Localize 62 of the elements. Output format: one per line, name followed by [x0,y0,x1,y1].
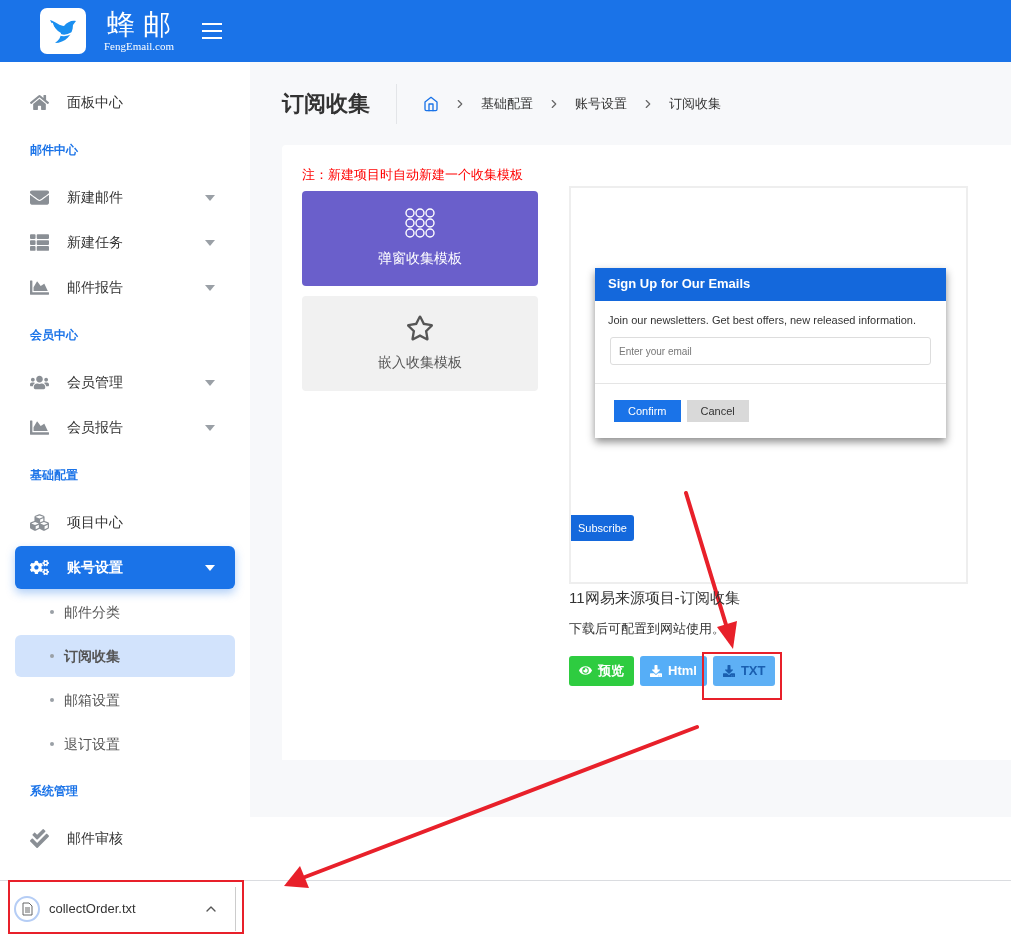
area-chart-icon [30,278,49,297]
hint-text: 下载后可配置到网站使用。 [569,620,726,638]
sidebar-item[interactable]: 会员报告 [15,406,235,449]
menu-icon[interactable] [201,23,222,39]
caret-icon [205,194,215,201]
download-item[interactable]: collectOrder.txt [14,886,236,931]
sidebar-item[interactable]: 新建邮件 [15,176,235,219]
eye-icon [579,664,592,677]
section-label: 会员中心 [30,327,78,344]
area-chart-icon [30,418,49,437]
home-icon [30,93,49,112]
double-check-icon [30,829,49,848]
sidebar-item[interactable]: 邮件审核 [15,817,235,860]
sidebar-item[interactable]: 新建任务 [15,221,235,264]
download-icon [650,664,662,677]
caret-icon [205,379,215,386]
submenu-item[interactable]: 退订设置 [15,723,235,765]
star-icon [406,313,434,342]
sidebar-item[interactable]: 邮件报告 [15,266,235,309]
section-label: 系统管理 [30,783,78,800]
gears-icon [30,558,49,577]
page-title: 订阅收集 [282,90,370,118]
submenu-item[interactable]: 邮件分类 [15,591,235,633]
breadcrumb-link[interactable]: 订阅收集 [669,93,721,114]
file-icon [14,895,40,922]
sidebar-item[interactable]: 账号设置 [15,546,235,589]
confirm-button[interactable]: Confirm [614,400,681,422]
template-card[interactable]: 弹窗收集模板 [302,190,538,286]
bird-logo-icon [40,8,86,54]
brand-domain: FengEmail.com [104,39,174,53]
popup-title: Sign Up for Our Emails [608,275,751,294]
caret-icon [205,284,215,291]
list-icon [30,233,49,252]
brand-name: 蜂 邮 [106,9,172,40]
note-text: 注：新建项目时自动新建一个收集模板 [302,166,524,184]
caret-icon [205,239,215,246]
sidebar-item[interactable]: 面板中心 [15,81,235,124]
cancel-button[interactable]: Cancel [686,400,749,422]
download-icon [722,664,735,677]
dot-grid-icon [405,207,435,238]
bullet-icon [50,698,54,702]
template-card[interactable]: 嵌入收集模板 [302,295,538,391]
email-field[interactable]: Enter your email [610,337,931,365]
section-label: 基础配置 [30,467,78,484]
subscribe-button[interactable]: Subscribe [571,515,634,541]
popup-text: Join our newsletters. Get best offers, new released information. [607,312,917,328]
sidebar-item[interactable]: 会员管理 [15,361,235,404]
sidebar-item[interactable]: 项目中心 [15,501,235,544]
users-icon [30,373,49,392]
envelope-icon [30,188,49,207]
bullet-icon [50,742,54,746]
caret-icon [205,564,215,571]
submenu-item[interactable]: 订阅收集 [15,635,235,677]
cubes-icon [30,513,49,532]
breadcrumb-link[interactable]: 基础配置 [481,93,533,114]
submenu-item[interactable]: 邮箱设置 [15,679,235,721]
bullet-icon [50,610,54,614]
caret-icon [205,424,215,431]
section-label: 邮件中心 [30,142,78,159]
breadcrumb-link[interactable]: 账号设置 [575,93,627,114]
bullet-icon [50,654,54,658]
home-icon[interactable] [423,95,439,112]
